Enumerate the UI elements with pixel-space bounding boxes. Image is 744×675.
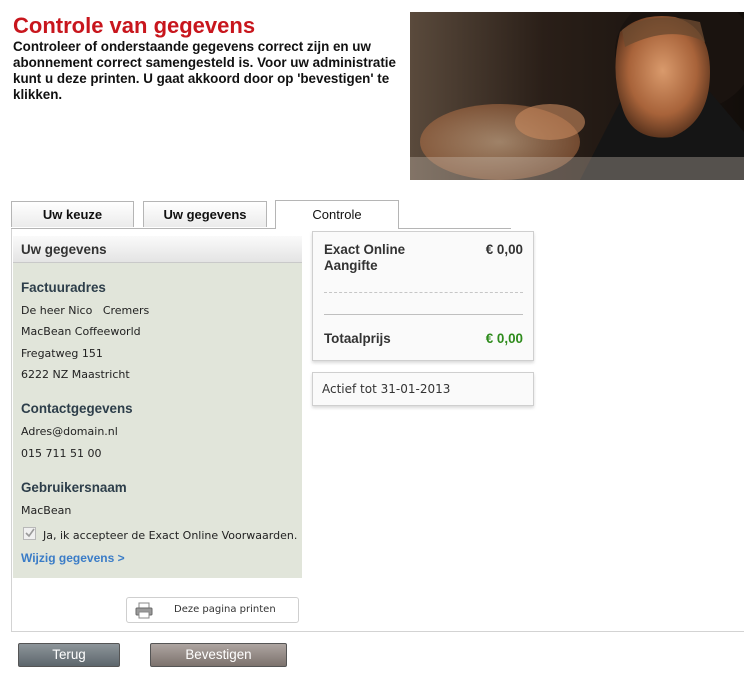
- invoice-address-heading: Factuuradres: [21, 280, 106, 295]
- edit-details-link[interactable]: Wijzig gegevens >: [21, 551, 125, 565]
- print-page-button[interactable]: Deze pagina printen: [126, 597, 299, 623]
- contact-heading: Contactgegevens: [21, 401, 133, 416]
- details-panel: Uw gegevens Factuuradres De heer Nico Cr…: [13, 236, 302, 578]
- invoice-name: De heer Nico Cremers: [21, 304, 150, 317]
- invoice-company: MacBean Coffeeworld: [21, 325, 141, 338]
- printer-icon: [135, 602, 153, 623]
- invoice-city: 6222 NZ Maastricht: [21, 368, 130, 381]
- terms-label: Ja, ik accepteer de Exact Online Voorwaa…: [43, 529, 298, 542]
- terms-checkbox[interactable]: [23, 527, 36, 540]
- product-name: Exact Online Aangifte: [324, 242, 406, 273]
- dashed-divider: [324, 292, 523, 293]
- back-button[interactable]: Terug: [18, 643, 120, 667]
- invoice-street: Fregatweg 151: [21, 347, 103, 360]
- print-page-label: Deze pagina printen: [174, 604, 276, 615]
- total-divider: [324, 314, 523, 315]
- confirm-button[interactable]: Bevestigen: [150, 643, 287, 667]
- total-price: € 0,00: [485, 331, 523, 346]
- username-heading: Gebruikersnaam: [21, 480, 127, 495]
- order-summary: Exact Online Aangifte € 0,00 Totaalprijs…: [312, 231, 534, 361]
- check-icon: [25, 528, 35, 538]
- details-panel-title: Uw gegevens: [13, 236, 302, 263]
- tab-uw-gegevens[interactable]: Uw gegevens: [143, 201, 267, 227]
- contact-phone: 015 711 51 00: [21, 447, 102, 460]
- page-intro: Controleer of onderstaande gegevens corr…: [13, 39, 396, 102]
- tab-controle[interactable]: Controle: [275, 200, 399, 229]
- hero-image: [410, 12, 744, 180]
- total-label: Totaalprijs: [324, 331, 391, 346]
- active-until-box: Actief tot 31-01-2013: [312, 372, 534, 406]
- username-value: MacBean: [21, 504, 72, 517]
- tab-uw-keuze[interactable]: Uw keuze: [11, 201, 134, 227]
- page-title: Controle van gegevens: [13, 13, 256, 38]
- contact-email: Adres@domain.nl: [21, 425, 118, 438]
- product-price: € 0,00: [485, 242, 523, 257]
